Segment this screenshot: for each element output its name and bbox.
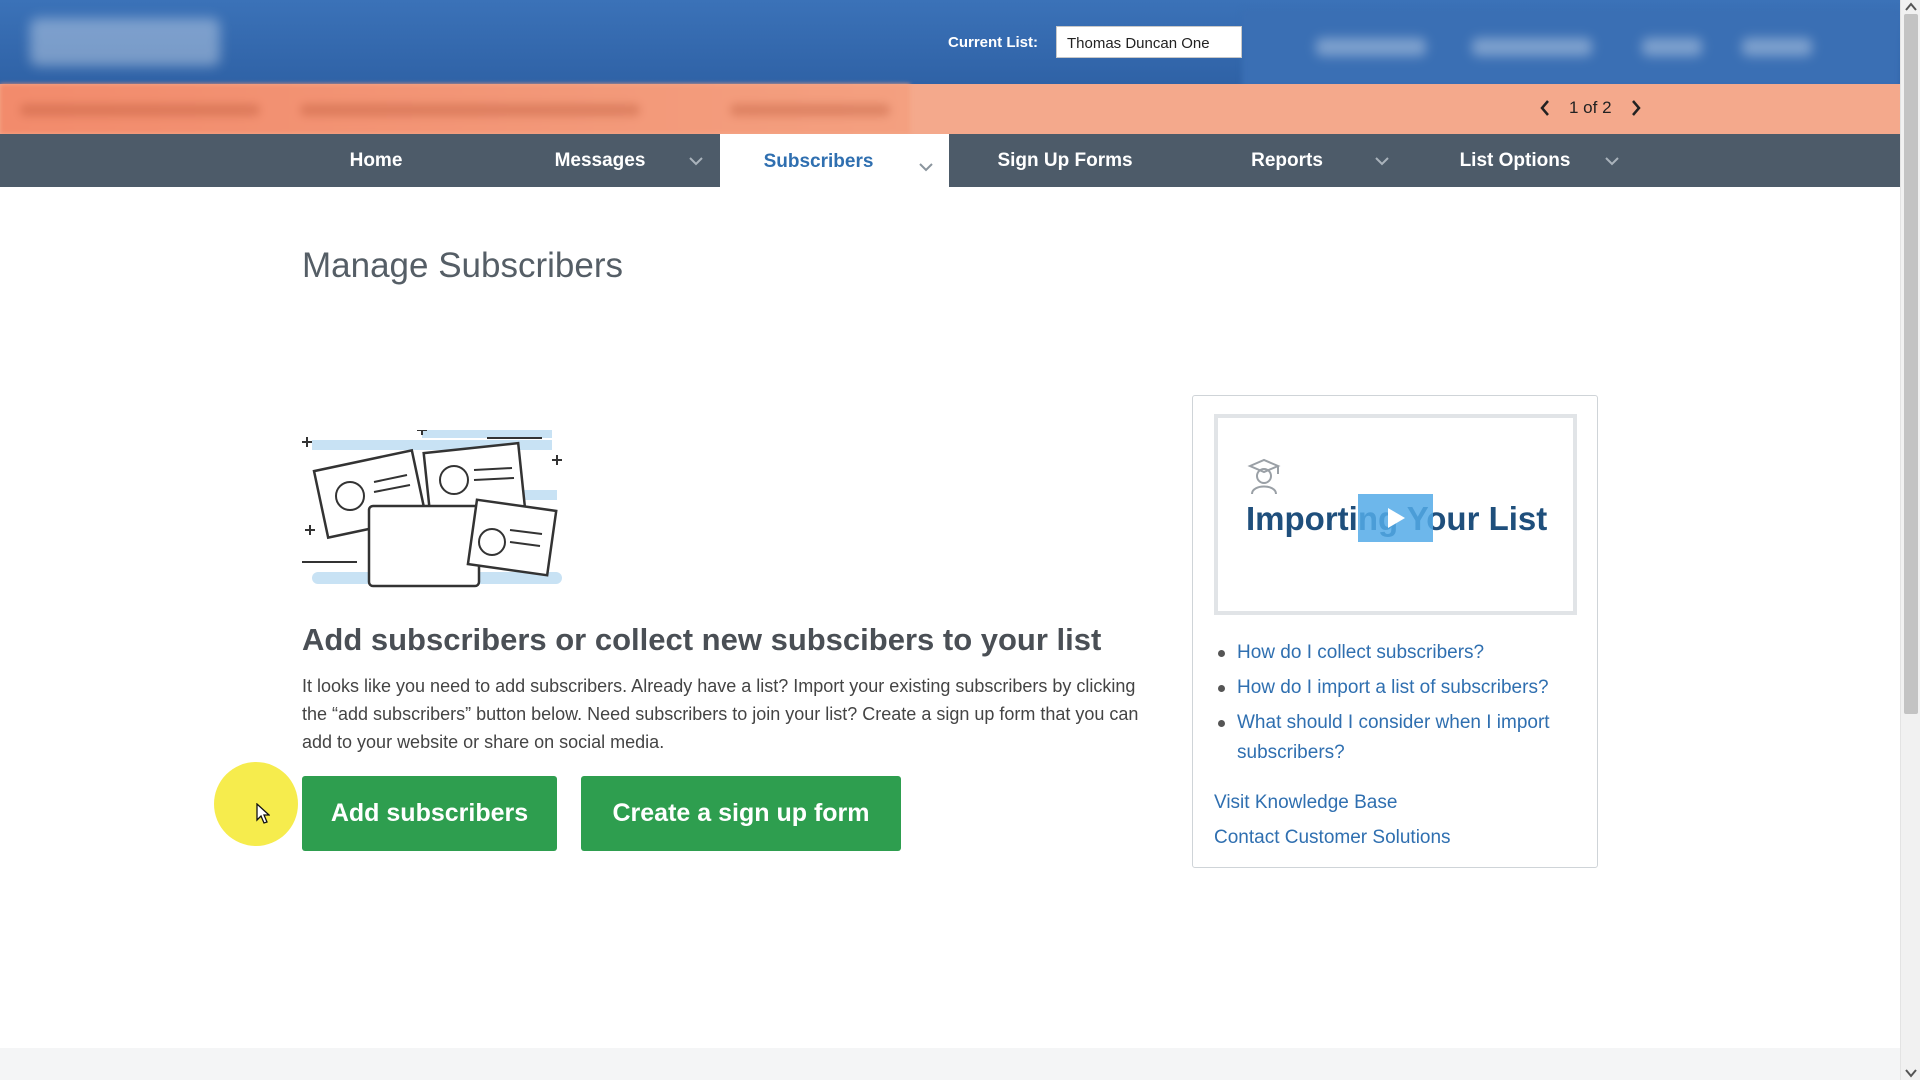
brand-logo	[30, 18, 220, 66]
nav-home-label: Home	[349, 149, 403, 171]
mouse-cursor-icon	[256, 803, 270, 824]
header-menu-blurred	[1242, 10, 1900, 88]
help-link-import[interactable]: How do I import a list of subscribers?	[1215, 673, 1585, 703]
current-list-label: Current List:	[948, 34, 1038, 51]
chevron-down-icon	[919, 156, 933, 178]
knowledge-base-link[interactable]: Visit Knowledge Base	[1214, 792, 1397, 814]
notice-text-blurred	[0, 84, 910, 134]
notice-pager: 1 of 2	[1535, 98, 1646, 118]
top-header: Current List: Thomas Duncan One	[0, 0, 1900, 88]
nav-messages[interactable]: Messages	[524, 134, 676, 187]
help-links-list: How do I collect subscribers? How do I i…	[1215, 638, 1585, 773]
nav-list-options-label: List Options	[1459, 149, 1571, 171]
page-title: Manage Subscribers	[302, 246, 623, 285]
nav-sign-up-forms-label: Sign Up Forms	[997, 149, 1133, 171]
scroll-down-icon[interactable]	[1905, 1068, 1917, 1078]
subscribers-illustration	[302, 425, 562, 595]
nav-home[interactable]: Home	[300, 134, 452, 187]
footer-strip	[0, 1048, 1900, 1080]
next-arrow-icon[interactable]	[1626, 98, 1646, 118]
section-description: It looks like you need to add subscriber…	[302, 676, 1139, 752]
play-button[interactable]	[1358, 494, 1433, 542]
graduate-icon	[1247, 458, 1281, 495]
nav-sign-up-forms[interactable]: Sign Up Forms	[990, 134, 1140, 187]
nav-reports-label: Reports	[1251, 149, 1323, 171]
previous-arrow-icon[interactable]	[1535, 98, 1555, 118]
scrollbar-thumb[interactable]	[1904, 14, 1918, 714]
add-subscribers-button[interactable]: Add subscribers	[302, 776, 557, 851]
nav-list-options[interactable]: List Options	[1440, 134, 1590, 187]
section-heading: Add subscribers or collect new subsciber…	[302, 622, 1102, 657]
play-icon	[1387, 508, 1405, 528]
vertical-scrollbar[interactable]	[1900, 0, 1920, 1080]
pager-text: 1 of 2	[1569, 98, 1612, 117]
help-link-collect[interactable]: How do I collect subscribers?	[1215, 638, 1585, 668]
nav-subscribers[interactable]: Subscribers	[720, 134, 949, 190]
nav-subscribers-label: Subscribers	[763, 151, 874, 172]
help-link-consider[interactable]: What should I consider when I import sub…	[1215, 708, 1585, 768]
video-thumbnail[interactable]: Importing Your List	[1214, 414, 1577, 615]
nav-messages-label: Messages	[554, 149, 646, 171]
create-sign-up-form-button[interactable]: Create a sign up form	[581, 776, 901, 851]
current-list-select[interactable]: Thomas Duncan One	[1056, 26, 1242, 58]
contact-customer-solutions-link[interactable]: Contact Customer Solutions	[1214, 827, 1451, 849]
scroll-up-icon[interactable]	[1905, 2, 1917, 12]
chevron-down-icon[interactable]	[1602, 134, 1622, 187]
chevron-down-icon[interactable]	[1372, 134, 1392, 187]
main-nav: Home Messages Subscribers Sign Up Forms …	[0, 134, 1900, 190]
help-card: Importing Your List How do I collect sub…	[1192, 395, 1598, 868]
nav-reports[interactable]: Reports	[1212, 134, 1362, 187]
chevron-down-icon[interactable]	[686, 134, 706, 187]
